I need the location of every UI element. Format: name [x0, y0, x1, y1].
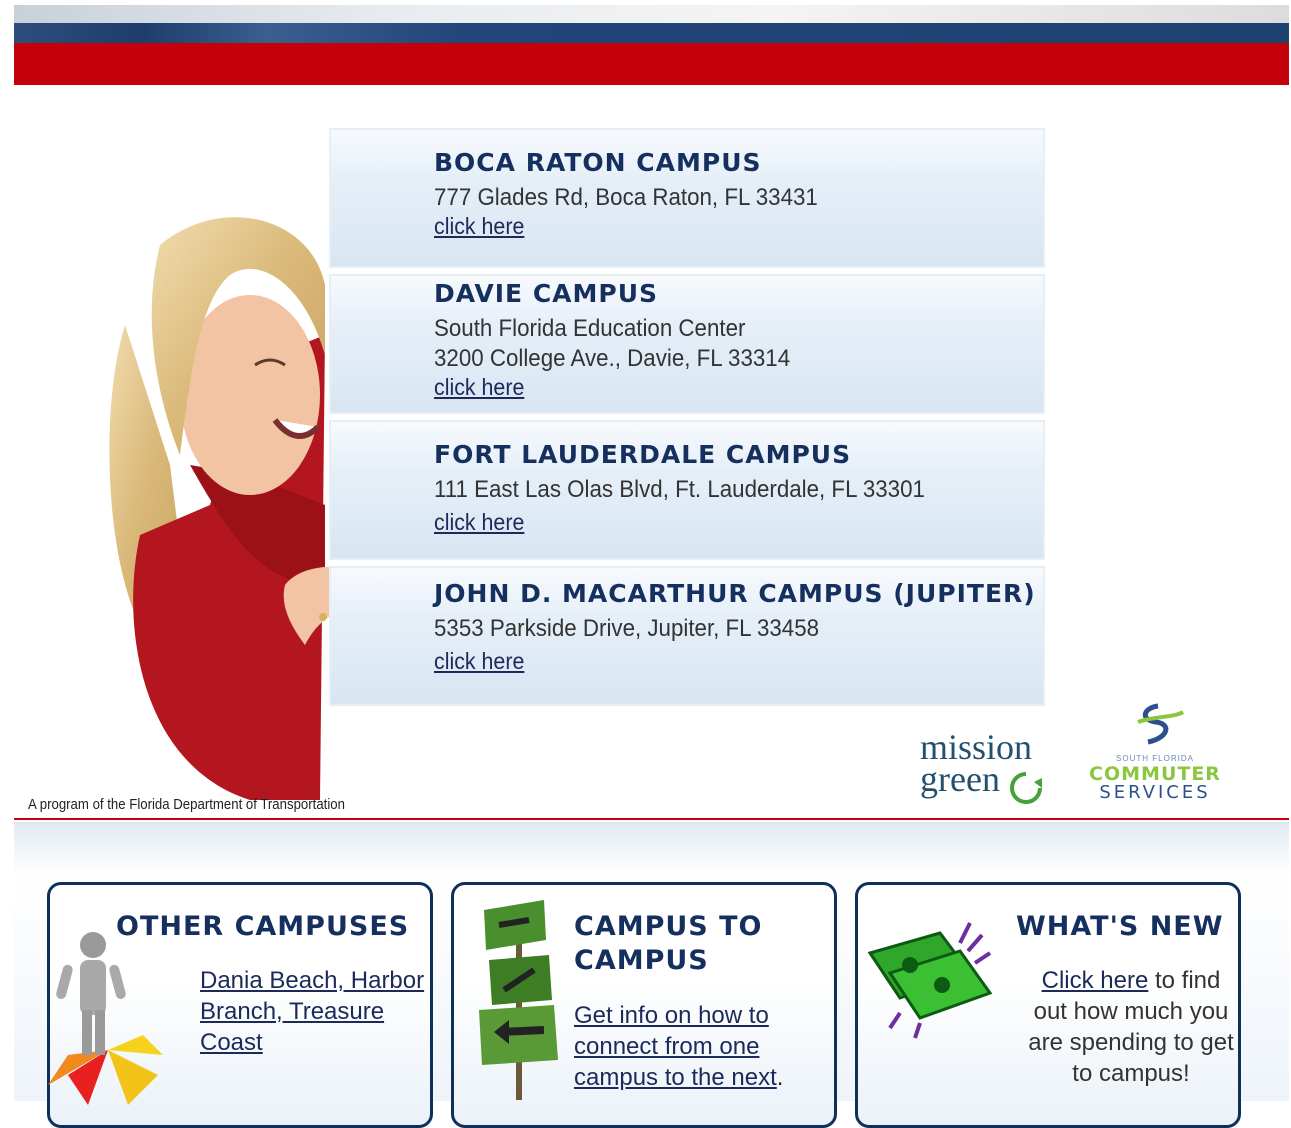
campus-address-line2: 3200 College Ave., Davie, FL 33314 — [434, 345, 791, 372]
box-title-line2: CAMPUS — [574, 945, 709, 976]
campus-title: JOHN D. MACARTHUR CAMPUS (JUPITER) — [434, 579, 1036, 608]
campus-title: BOCA RATON CAMPUS — [434, 148, 762, 177]
other-campuses-text: Dania Beach, Harbor Branch, Treasure Coa… — [200, 965, 430, 1058]
whats-new-box: WHAT'S NEW Click here to find out how mu… — [855, 882, 1241, 1128]
header-banner — [14, 5, 1289, 85]
header-red-strip — [14, 43, 1289, 85]
other-campuses-link[interactable]: Dania Beach, Harbor Branch, Treasure Coa… — [200, 967, 424, 1056]
road-signs-icon — [479, 900, 558, 1100]
box-title-line1: CAMPUS TO — [574, 911, 763, 942]
box-title: WHAT'S NEW — [1016, 911, 1224, 942]
campus-card-fort-lauderdale: FORT LAUDERDALE CAMPUS 111 East Las Olas… — [329, 420, 1045, 560]
header-grey-strip — [14, 5, 1289, 23]
commuter-services-logo: SOUTH FLORIDA COMMUTER SERVICES — [1080, 700, 1230, 805]
mission-green-text-line2: green — [920, 759, 1000, 799]
campus-card-boca-raton: BOCA RATON CAMPUS 777 Glades Rd, Boca Ra… — [329, 128, 1045, 268]
campus-to-campus-box: CAMPUS TO CAMPUS Get info on how to conn… — [451, 882, 837, 1128]
other-campuses-box: OTHER CAMPUSES Dania Beach, Harbor Branc… — [47, 882, 433, 1128]
campus-link[interactable]: click here — [434, 213, 524, 240]
header-navy-strip — [14, 23, 1289, 43]
campus-address-line1: South Florida Education Center — [434, 315, 746, 342]
person-arrows-icon — [48, 932, 163, 1105]
whats-new-text: Click here to find out how much you are … — [1026, 965, 1236, 1089]
campus-link[interactable]: click here — [434, 648, 524, 675]
campus-link[interactable]: click here — [434, 374, 524, 401]
whats-new-link[interactable]: Click here — [1042, 967, 1149, 994]
commuter-small-text: SOUTH FLORIDA — [1116, 754, 1194, 763]
campus-link[interactable]: click here — [434, 509, 524, 536]
campus-to-campus-text: Get info on how to connect from one camp… — [574, 1000, 814, 1093]
swoosh-icon — [1137, 703, 1185, 745]
campus-address: 111 East Las Olas Blvd, Ft. Lauderdale, … — [434, 476, 925, 503]
campus-card-jupiter: JOHN D. MACARTHUR CAMPUS (JUPITER) 5353 … — [329, 566, 1045, 706]
red-divider — [14, 818, 1289, 820]
campus-card-davie: DAVIE CAMPUS South Florida Education Cen… — [329, 274, 1045, 414]
campus-title: FORT LAUDERDALE CAMPUS — [434, 440, 852, 469]
campus-to-campus-period: . — [776, 1064, 784, 1091]
box-title: OTHER CAMPUSES — [116, 911, 410, 942]
services-text: SERVICES — [1099, 782, 1211, 803]
program-note: A program of the Florida Department of T… — [28, 796, 345, 813]
recycle-arrow-icon — [1010, 772, 1042, 804]
mission-green-logo: mission green — [918, 729, 1058, 810]
campus-title: DAVIE CAMPUS — [434, 279, 659, 308]
campus-address: 777 Glades Rd, Boca Raton, FL 33431 — [434, 184, 818, 211]
campus-list: BOCA RATON CAMPUS 777 Glades Rd, Boca Ra… — [329, 128, 1045, 712]
campus-address: 5353 Parkside Drive, Jupiter, FL 33458 — [434, 615, 820, 642]
money-icon — [867, 922, 993, 1039]
campus-to-campus-link[interactable]: Get info on how to connect from one camp… — [574, 1002, 777, 1091]
